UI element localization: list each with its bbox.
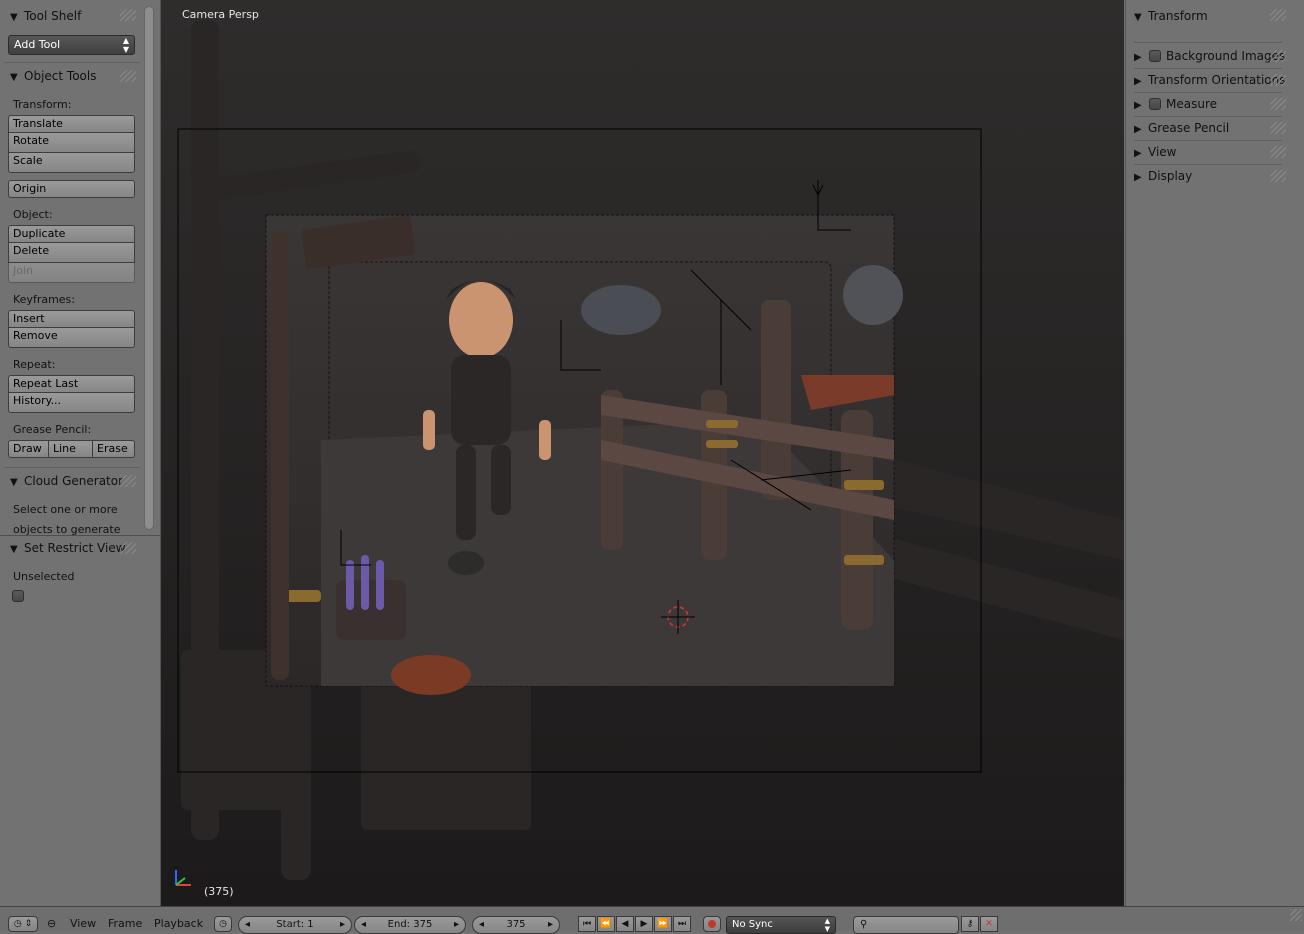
divider	[1134, 140, 1282, 141]
delete-button[interactable]: Delete	[8, 243, 135, 263]
origin-button[interactable]: Origin	[8, 180, 135, 198]
measure-checkbox[interactable]	[1149, 97, 1161, 110]
transform-label: Transform:	[13, 98, 72, 111]
cloud-generator-text-line2: objects to generate	[13, 523, 121, 535]
divider	[0, 535, 160, 536]
transform-panel-header[interactable]: ▼ Transform	[1134, 6, 1208, 26]
increment-arrow-icon[interactable]: ▸	[340, 917, 345, 933]
divider	[1134, 116, 1282, 117]
panel-grip-icon[interactable]	[120, 475, 136, 487]
repeat-last-button[interactable]: Repeat Last	[8, 375, 135, 393]
expand-triangle-icon: ▶	[1134, 76, 1142, 87]
expand-triangle-icon: ▶	[1134, 124, 1142, 135]
panel-grip-icon[interactable]	[1270, 9, 1286, 21]
add-tool-dropdown[interactable]: Add Tool ▲ ▼	[8, 35, 135, 55]
panel-grip-icon[interactable]	[1270, 74, 1286, 86]
panel-grip-icon[interactable]	[120, 9, 136, 21]
object-tools-header[interactable]: ▼ Object Tools	[10, 66, 96, 86]
divider	[4, 467, 140, 468]
display-panel-header[interactable]: ▶ Display	[1134, 166, 1192, 186]
unselected-checkbox[interactable]	[12, 590, 24, 602]
updown-arrow-icon: ▲ ▼	[122, 36, 129, 54]
history-button[interactable]: History...	[8, 393, 135, 413]
duplicate-button[interactable]: Duplicate	[8, 225, 135, 243]
panel-grip-icon[interactable]	[1270, 122, 1286, 134]
panel-grip-icon[interactable]	[1270, 50, 1286, 62]
cloud-generator-text-line1: Select one or more	[13, 503, 118, 516]
background-images-checkbox[interactable]	[1149, 49, 1161, 62]
expand-triangle-icon: ▶	[1134, 52, 1142, 63]
unselected-label: Unselected	[13, 570, 75, 583]
menu-view[interactable]: View	[70, 917, 96, 930]
join-button[interactable]: Join	[8, 263, 135, 283]
cloud-generator-header[interactable]: ▼ Cloud Generator	[10, 471, 123, 491]
background-images-panel-header[interactable]: ▶ Background Images	[1134, 46, 1285, 66]
updown-arrow-icon: ▲ ▼	[824, 917, 830, 933]
current-frame-field[interactable]: ◂ 375 ▸	[472, 916, 560, 934]
transform-orientations-panel-header[interactable]: ▶ Transform Orientations	[1134, 70, 1286, 90]
collapse-triangle-icon: ▼	[10, 544, 18, 555]
translate-button[interactable]: Translate	[8, 115, 135, 133]
tool-shelf-scrollbar[interactable]	[144, 6, 154, 530]
divider	[1134, 92, 1282, 93]
increment-arrow-icon[interactable]: ▸	[548, 917, 553, 933]
menu-frame[interactable]: Frame	[108, 917, 142, 930]
panel-grip-icon[interactable]	[1270, 170, 1286, 182]
properties-panel: ▼ Transform ▶ Background Images ▶ Transform…	[1125, 0, 1304, 906]
erase-button[interactable]: Erase	[93, 440, 135, 458]
end-frame-field[interactable]: ◂ End: 375 ▸	[354, 916, 466, 934]
scene-render	[161, 0, 1124, 906]
area-corner-grip-icon[interactable]	[1290, 909, 1302, 921]
tool-shelf-header[interactable]: ▼ Tool Shelf	[10, 6, 81, 26]
menu-playback[interactable]: Playback	[154, 917, 203, 930]
panel-grip-icon[interactable]	[1270, 146, 1286, 158]
panel-grip-icon[interactable]	[120, 70, 136, 82]
grease-pencil-panel-header[interactable]: ▶ Grease Pencil	[1134, 118, 1229, 138]
collapse-triangle-icon: ▼	[10, 72, 18, 83]
divider	[1134, 68, 1282, 69]
sync-mode-dropdown[interactable]: No Sync ▲ ▼	[726, 916, 836, 934]
expand-triangle-icon: ▶	[1134, 100, 1142, 111]
tool-shelf: ▼ Tool Shelf Add Tool ▲ ▼ ▼ Object Tools Tr…	[0, 0, 161, 906]
view-panel-header[interactable]: ▶ View	[1134, 142, 1176, 162]
draw-button[interactable]: Draw	[8, 440, 49, 458]
set-restrict-view-header[interactable]: ▼ Set Restrict View	[10, 538, 126, 558]
insert-keyframe-button[interactable]: Insert	[8, 310, 135, 328]
collapse-triangle-icon: ▼	[10, 477, 18, 488]
start-frame-field[interactable]: ◂ Start: 1 ▸	[238, 916, 352, 934]
collapse-menus-icon[interactable]: ⊖	[47, 917, 56, 930]
remove-keyframe-button[interactable]: Remove	[8, 328, 135, 348]
decrement-arrow-icon[interactable]: ◂	[361, 917, 366, 933]
divider	[1134, 42, 1282, 43]
key-icon: ⚲	[860, 919, 868, 930]
collapse-triangle-icon: ▼	[10, 12, 18, 23]
3d-viewport[interactable]: Camera Persp (375)	[161, 0, 1124, 906]
increment-arrow-icon[interactable]: ▸	[454, 917, 459, 933]
scale-button[interactable]: Scale	[8, 153, 135, 173]
grease-pencil-label: Grease Pencil:	[13, 423, 92, 436]
decrement-arrow-icon[interactable]: ◂	[245, 917, 250, 933]
expand-triangle-icon: ▶	[1134, 172, 1142, 183]
decrement-arrow-icon[interactable]: ◂	[479, 917, 484, 933]
repeat-label: Repeat:	[13, 358, 56, 371]
expand-triangle-icon: ▶	[1134, 148, 1142, 159]
divider	[4, 62, 140, 63]
keying-set-field[interactable]: ⚲	[853, 916, 959, 934]
object-label: Object:	[13, 208, 53, 221]
collapse-triangle-icon: ▼	[1134, 12, 1142, 23]
panel-grip-icon[interactable]	[1270, 98, 1286, 110]
frame-indicator: (375)	[204, 885, 234, 898]
rotate-button[interactable]: Rotate	[8, 133, 135, 153]
divider	[1134, 164, 1282, 165]
panel-grip-icon[interactable]	[120, 542, 136, 554]
view-name-label: Camera Persp	[182, 8, 259, 21]
measure-panel-header[interactable]: ▶ Measure	[1134, 94, 1217, 114]
line-button[interactable]: Line	[49, 440, 93, 458]
keyframes-label: Keyframes:	[13, 293, 75, 306]
timeline-header: ◷ ⇕ ⊖ View Frame Playback ◷ ◂ Start: 1 ▸…	[0, 906, 1304, 934]
